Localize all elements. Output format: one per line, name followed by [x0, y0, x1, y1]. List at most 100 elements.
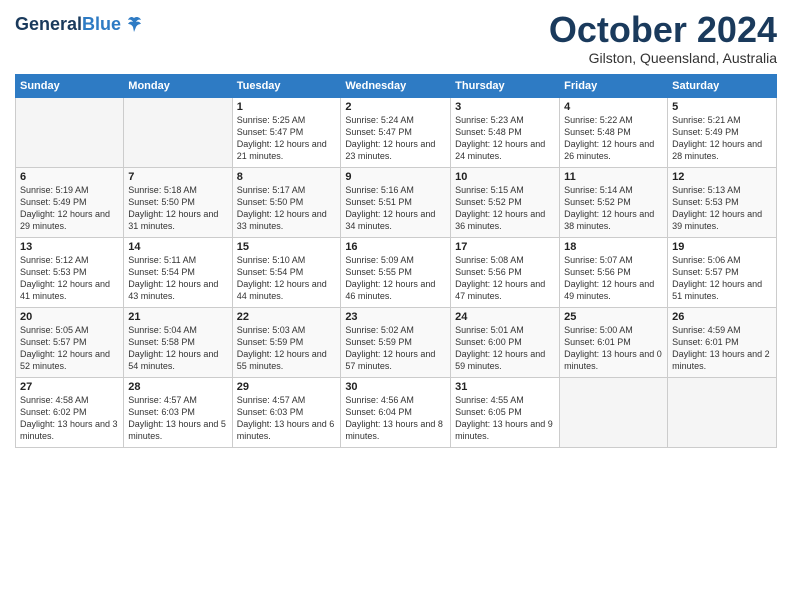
day-number: 30: [345, 381, 446, 393]
day-number: 4: [564, 101, 663, 113]
calendar-cell: 17Sunrise: 5:08 AM Sunset: 5:56 PM Dayli…: [451, 237, 560, 307]
calendar-cell: 4Sunrise: 5:22 AM Sunset: 5:48 PM Daylig…: [560, 97, 668, 167]
calendar-cell: 13Sunrise: 5:12 AM Sunset: 5:53 PM Dayli…: [16, 237, 124, 307]
day-info: Sunrise: 5:21 AM Sunset: 5:49 PM Dayligh…: [672, 114, 772, 163]
calendar-cell: 12Sunrise: 5:13 AM Sunset: 5:53 PM Dayli…: [668, 167, 777, 237]
day-info: Sunrise: 5:11 AM Sunset: 5:54 PM Dayligh…: [128, 254, 227, 303]
day-info: Sunrise: 5:24 AM Sunset: 5:47 PM Dayligh…: [345, 114, 446, 163]
day-number: 8: [237, 171, 337, 183]
day-info: Sunrise: 5:08 AM Sunset: 5:56 PM Dayligh…: [455, 254, 555, 303]
calendar-cell: 22Sunrise: 5:03 AM Sunset: 5:59 PM Dayli…: [232, 307, 341, 377]
day-info: Sunrise: 4:57 AM Sunset: 6:03 PM Dayligh…: [237, 394, 337, 443]
calendar-cell: [560, 377, 668, 447]
calendar-cell: 10Sunrise: 5:15 AM Sunset: 5:52 PM Dayli…: [451, 167, 560, 237]
day-number: 14: [128, 241, 227, 253]
day-info: Sunrise: 5:09 AM Sunset: 5:55 PM Dayligh…: [345, 254, 446, 303]
day-number: 6: [20, 171, 119, 183]
calendar-cell: 16Sunrise: 5:09 AM Sunset: 5:55 PM Dayli…: [341, 237, 451, 307]
calendar-week-row: 27Sunrise: 4:58 AM Sunset: 6:02 PM Dayli…: [16, 377, 777, 447]
calendar-cell: 14Sunrise: 5:11 AM Sunset: 5:54 PM Dayli…: [124, 237, 232, 307]
calendar-cell: 23Sunrise: 5:02 AM Sunset: 5:59 PM Dayli…: [341, 307, 451, 377]
day-info: Sunrise: 5:04 AM Sunset: 5:58 PM Dayligh…: [128, 324, 227, 373]
calendar-cell: 8Sunrise: 5:17 AM Sunset: 5:50 PM Daylig…: [232, 167, 341, 237]
logo-text: GeneralBlue: [15, 15, 121, 35]
calendar-cell: 27Sunrise: 4:58 AM Sunset: 6:02 PM Dayli…: [16, 377, 124, 447]
day-number: 26: [672, 311, 772, 323]
day-info: Sunrise: 5:25 AM Sunset: 5:47 PM Dayligh…: [237, 114, 337, 163]
calendar-cell: 7Sunrise: 5:18 AM Sunset: 5:50 PM Daylig…: [124, 167, 232, 237]
day-number: 21: [128, 311, 227, 323]
day-number: 19: [672, 241, 772, 253]
calendar-cell: 1Sunrise: 5:25 AM Sunset: 5:47 PM Daylig…: [232, 97, 341, 167]
month-title: October 2024: [549, 10, 777, 50]
day-number: 20: [20, 311, 119, 323]
calendar-week-row: 1Sunrise: 5:25 AM Sunset: 5:47 PM Daylig…: [16, 97, 777, 167]
day-info: Sunrise: 5:07 AM Sunset: 5:56 PM Dayligh…: [564, 254, 663, 303]
day-info: Sunrise: 5:12 AM Sunset: 5:53 PM Dayligh…: [20, 254, 119, 303]
calendar-cell: 19Sunrise: 5:06 AM Sunset: 5:57 PM Dayli…: [668, 237, 777, 307]
day-number: 9: [345, 171, 446, 183]
calendar-cell: 24Sunrise: 5:01 AM Sunset: 6:00 PM Dayli…: [451, 307, 560, 377]
day-info: Sunrise: 5:17 AM Sunset: 5:50 PM Dayligh…: [237, 184, 337, 233]
calendar-cell: 29Sunrise: 4:57 AM Sunset: 6:03 PM Dayli…: [232, 377, 341, 447]
title-area: October 2024 Gilston, Queensland, Austra…: [549, 10, 777, 66]
weekday-header-monday: Monday: [124, 74, 232, 97]
calendar-week-row: 6Sunrise: 5:19 AM Sunset: 5:49 PM Daylig…: [16, 167, 777, 237]
day-number: 10: [455, 171, 555, 183]
day-info: Sunrise: 5:22 AM Sunset: 5:48 PM Dayligh…: [564, 114, 663, 163]
day-number: 17: [455, 241, 555, 253]
day-number: 29: [237, 381, 337, 393]
calendar-cell: 25Sunrise: 5:00 AM Sunset: 6:01 PM Dayli…: [560, 307, 668, 377]
weekday-header-row: SundayMondayTuesdayWednesdayThursdayFrid…: [16, 74, 777, 97]
day-number: 13: [20, 241, 119, 253]
day-number: 27: [20, 381, 119, 393]
calendar-table: SundayMondayTuesdayWednesdayThursdayFrid…: [15, 74, 777, 448]
calendar-week-row: 13Sunrise: 5:12 AM Sunset: 5:53 PM Dayli…: [16, 237, 777, 307]
day-info: Sunrise: 5:10 AM Sunset: 5:54 PM Dayligh…: [237, 254, 337, 303]
calendar-cell: 21Sunrise: 5:04 AM Sunset: 5:58 PM Dayli…: [124, 307, 232, 377]
day-number: 5: [672, 101, 772, 113]
logo: GeneralBlue: [15, 10, 145, 36]
weekday-header-thursday: Thursday: [451, 74, 560, 97]
day-number: 3: [455, 101, 555, 113]
day-number: 16: [345, 241, 446, 253]
day-number: 22: [237, 311, 337, 323]
day-number: 18: [564, 241, 663, 253]
page-container: GeneralBlue October 2024 Gilston, Queens…: [0, 0, 792, 458]
day-info: Sunrise: 5:19 AM Sunset: 5:49 PM Dayligh…: [20, 184, 119, 233]
calendar-cell: 26Sunrise: 4:59 AM Sunset: 6:01 PM Dayli…: [668, 307, 777, 377]
day-number: 24: [455, 311, 555, 323]
day-number: 31: [455, 381, 555, 393]
weekday-header-wednesday: Wednesday: [341, 74, 451, 97]
header: GeneralBlue October 2024 Gilston, Queens…: [15, 10, 777, 66]
calendar-cell: 3Sunrise: 5:23 AM Sunset: 5:48 PM Daylig…: [451, 97, 560, 167]
logo-bird-icon: [123, 14, 145, 36]
day-info: Sunrise: 4:59 AM Sunset: 6:01 PM Dayligh…: [672, 324, 772, 373]
day-info: Sunrise: 5:06 AM Sunset: 5:57 PM Dayligh…: [672, 254, 772, 303]
location: Gilston, Queensland, Australia: [549, 50, 777, 66]
calendar-cell: 9Sunrise: 5:16 AM Sunset: 5:51 PM Daylig…: [341, 167, 451, 237]
weekday-header-tuesday: Tuesday: [232, 74, 341, 97]
calendar-week-row: 20Sunrise: 5:05 AM Sunset: 5:57 PM Dayli…: [16, 307, 777, 377]
day-number: 7: [128, 171, 227, 183]
day-number: 2: [345, 101, 446, 113]
day-info: Sunrise: 4:56 AM Sunset: 6:04 PM Dayligh…: [345, 394, 446, 443]
day-info: Sunrise: 5:13 AM Sunset: 5:53 PM Dayligh…: [672, 184, 772, 233]
day-number: 25: [564, 311, 663, 323]
weekday-header-friday: Friday: [560, 74, 668, 97]
weekday-header-saturday: Saturday: [668, 74, 777, 97]
day-info: Sunrise: 5:18 AM Sunset: 5:50 PM Dayligh…: [128, 184, 227, 233]
day-number: 15: [237, 241, 337, 253]
weekday-header-sunday: Sunday: [16, 74, 124, 97]
calendar-cell: 30Sunrise: 4:56 AM Sunset: 6:04 PM Dayli…: [341, 377, 451, 447]
calendar-cell: 5Sunrise: 5:21 AM Sunset: 5:49 PM Daylig…: [668, 97, 777, 167]
day-info: Sunrise: 5:14 AM Sunset: 5:52 PM Dayligh…: [564, 184, 663, 233]
day-info: Sunrise: 4:55 AM Sunset: 6:05 PM Dayligh…: [455, 394, 555, 443]
day-number: 1: [237, 101, 337, 113]
day-number: 11: [564, 171, 663, 183]
calendar-cell: 15Sunrise: 5:10 AM Sunset: 5:54 PM Dayli…: [232, 237, 341, 307]
calendar-cell: [16, 97, 124, 167]
calendar-cell: [124, 97, 232, 167]
day-info: Sunrise: 5:23 AM Sunset: 5:48 PM Dayligh…: [455, 114, 555, 163]
day-info: Sunrise: 5:03 AM Sunset: 5:59 PM Dayligh…: [237, 324, 337, 373]
